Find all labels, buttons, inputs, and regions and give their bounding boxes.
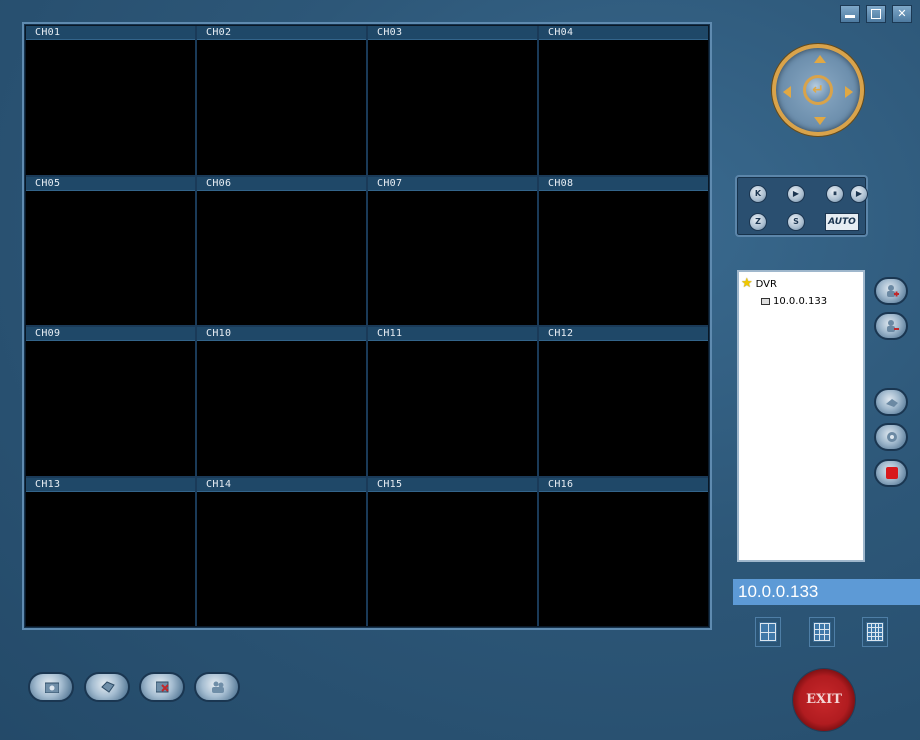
channel-label: CH02 xyxy=(197,26,366,40)
channel-view-9[interactable]: CH09 xyxy=(26,327,195,476)
playback-control-panel: K ▶ ⏸ ▶ Z S AUTO xyxy=(735,175,868,237)
close-icon: ✕ xyxy=(897,7,907,20)
channel-view-11[interactable]: CH11 xyxy=(368,327,537,476)
disconnect-button[interactable] xyxy=(139,672,185,702)
channel-label: CH03 xyxy=(368,26,537,40)
channel-view-13[interactable]: CH13 xyxy=(26,477,195,626)
sequence-button[interactable]: S xyxy=(787,213,805,231)
play-button[interactable]: ▶ xyxy=(787,185,805,203)
grid-16-icon xyxy=(866,622,884,642)
users-icon xyxy=(212,681,224,693)
settings-icon xyxy=(887,432,897,442)
video-wall: CH01 CH02 CH03 CH04 CH05 CH06 CH07 CH08 … xyxy=(22,22,712,630)
add-user-icon xyxy=(887,285,899,297)
channel-label: CH08 xyxy=(539,176,708,191)
maximize-icon xyxy=(871,9,881,19)
maximize-button[interactable] xyxy=(866,5,886,23)
add-device-button[interactable] xyxy=(874,277,908,305)
channel-view-8[interactable]: CH08 xyxy=(539,176,708,325)
zoom-button[interactable]: Z xyxy=(749,213,767,231)
channel-view-7[interactable]: CH07 xyxy=(368,176,537,325)
star-icon: ★ xyxy=(741,276,753,291)
channel-view-10[interactable]: CH10 xyxy=(197,327,366,476)
rewind-button[interactable]: K xyxy=(749,185,767,203)
host-icon xyxy=(761,298,770,305)
channel-label: CH05 xyxy=(26,176,195,191)
tree-root[interactable]: ★ DVR xyxy=(741,276,777,291)
close-button[interactable]: ✕ xyxy=(892,5,912,23)
ptz-up-arrow-icon[interactable] xyxy=(814,55,826,63)
minimize-icon xyxy=(845,15,855,18)
tree-node-label: 10.0.0.133 xyxy=(773,296,828,307)
grid-4-icon xyxy=(759,622,777,642)
settings-button[interactable] xyxy=(874,423,908,451)
ip-address-display: 10.0.0.133 xyxy=(733,579,920,605)
snapshot-button[interactable] xyxy=(28,672,74,702)
ptz-right-arrow-icon[interactable] xyxy=(845,86,853,98)
dvr-client-window: ✕ CH01 CH02 CH03 CH04 CH05 CH06 CH07 CH0… xyxy=(0,0,920,740)
ptz-left-arrow-icon[interactable] xyxy=(783,86,791,98)
ptz-down-arrow-icon[interactable] xyxy=(814,117,826,125)
ptz-enter-button[interactable]: ↵ xyxy=(803,75,833,105)
channel-label: CH04 xyxy=(539,26,708,40)
tag-button[interactable] xyxy=(84,672,130,702)
channel-view-14[interactable]: CH14 xyxy=(197,477,366,626)
channel-grid: CH01 CH02 CH03 CH04 CH05 CH06 CH07 CH08 … xyxy=(26,26,708,626)
channel-label: CH10 xyxy=(197,327,366,341)
channel-label: CH15 xyxy=(368,477,537,492)
ptz-joystick: ↵ xyxy=(772,44,864,136)
channel-view-3[interactable]: CH03 xyxy=(368,26,537,175)
channel-label: CH01 xyxy=(26,26,195,40)
remove-device-button[interactable] xyxy=(874,312,908,340)
pause-button[interactable]: ⏸ xyxy=(826,185,844,203)
record-button[interactable] xyxy=(874,459,908,487)
disconnect-icon xyxy=(156,681,169,693)
tag-icon xyxy=(101,681,115,693)
auto-button[interactable]: AUTO xyxy=(825,213,859,231)
minimize-button[interactable] xyxy=(840,5,860,23)
user-management-button[interactable] xyxy=(194,672,240,702)
channel-view-1[interactable]: CH01 xyxy=(26,26,195,175)
playback-remote-button[interactable] xyxy=(874,388,908,416)
remove-user-icon xyxy=(887,320,899,332)
channel-view-15[interactable]: CH15 xyxy=(368,477,537,626)
window-controls: ✕ xyxy=(840,5,912,23)
device-tree: ★ DVR 10.0.0.133 xyxy=(737,270,865,562)
channel-label: CH12 xyxy=(539,327,708,341)
channel-label: CH09 xyxy=(26,327,195,341)
channel-label: CH13 xyxy=(26,477,195,492)
layout-9-button[interactable] xyxy=(809,617,835,647)
channel-label: CH11 xyxy=(368,327,537,341)
tree-root-label: DVR xyxy=(755,278,777,290)
layout-16-button[interactable] xyxy=(862,617,888,647)
channel-view-5[interactable]: CH05 xyxy=(26,176,195,325)
grid-9-icon xyxy=(813,622,831,642)
exit-button[interactable]: EXIT xyxy=(793,669,855,731)
layout-4-button[interactable] xyxy=(755,617,781,647)
channel-label: CH06 xyxy=(197,176,366,191)
channel-view-4[interactable]: CH04 xyxy=(539,26,708,175)
camera-icon xyxy=(45,682,59,693)
step-button[interactable]: ▶ xyxy=(850,185,868,203)
channel-label: CH14 xyxy=(197,477,366,492)
channel-label: CH16 xyxy=(539,477,708,492)
tree-node-device[interactable]: 10.0.0.133 xyxy=(761,296,827,307)
channel-label: CH07 xyxy=(368,176,537,191)
channel-view-16[interactable]: CH16 xyxy=(539,477,708,626)
channel-view-6[interactable]: CH06 xyxy=(197,176,366,325)
channel-view-12[interactable]: CH12 xyxy=(539,327,708,476)
remote-icon xyxy=(886,399,898,407)
record-icon xyxy=(886,467,898,479)
channel-view-2[interactable]: CH02 xyxy=(197,26,366,175)
